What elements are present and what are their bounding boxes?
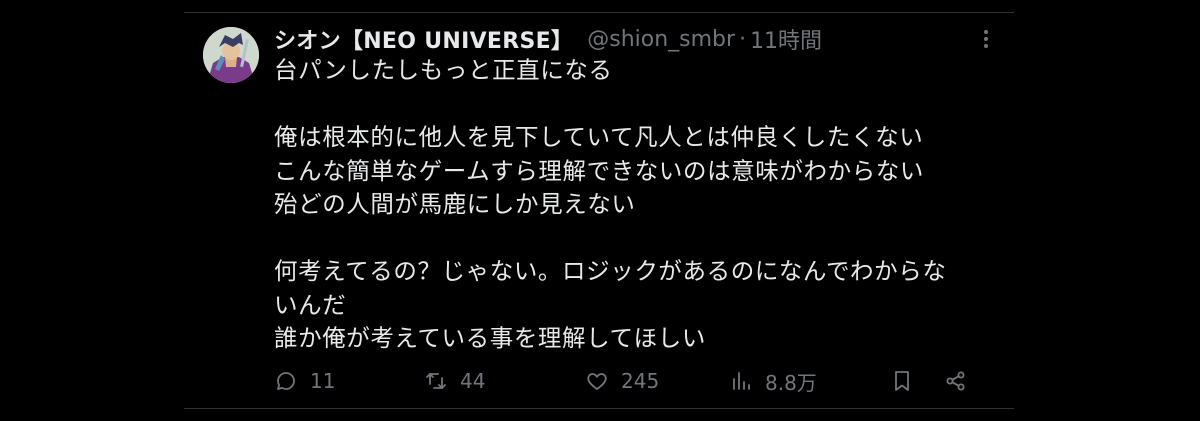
retweet-count: 44 xyxy=(460,369,486,393)
avatar-illustration xyxy=(203,27,259,83)
bookmark-button[interactable] xyxy=(890,365,914,397)
bookmark-icon xyxy=(895,371,909,391)
separator-dot: · xyxy=(739,26,747,52)
like-button[interactable]: 245 xyxy=(585,365,659,397)
reply-icon xyxy=(277,372,295,390)
text-line: 台パンしたしもっと正直になる xyxy=(274,56,613,84)
text-line: 俺は根本的に他人を見下していて凡人とは仲良くしたくない xyxy=(274,123,924,151)
tweet-timestamp[interactable]: 11時間 xyxy=(750,23,822,55)
reply-button[interactable]: 11 xyxy=(274,365,335,397)
text-line: 殆どの人間が馬鹿にしか見えない xyxy=(274,190,636,218)
tweet-card[interactable]: シオン【NEO UNIVERSE】 @shion_smbr · 11時間 台パン… xyxy=(184,12,1014,409)
text-line: こんな簡単なゲームすら理解できないのは意味がわからない xyxy=(274,156,924,185)
text-line: いんだ xyxy=(274,290,347,319)
tweet-text: 台パンしたしもっと正直になる 俺は根本的に他人を見下していて凡人とは仲良くしたく… xyxy=(274,54,974,356)
text-line: 何考えてるの？じゃない。ロジックがあるのになんでわからな xyxy=(274,257,947,285)
retweet-button[interactable]: 44 xyxy=(424,365,485,397)
views-icon xyxy=(733,372,750,390)
text-line: 誰か俺が考えている事を理解してほしい xyxy=(274,324,706,352)
author-display-name[interactable]: シオン【NEO UNIVERSE】 xyxy=(274,23,573,55)
retweet-icon xyxy=(426,373,446,389)
heart-icon xyxy=(587,373,607,390)
like-count: 245 xyxy=(621,369,660,393)
reply-count: 11 xyxy=(310,369,336,393)
author-handle[interactable]: @shion_smbr xyxy=(587,27,735,52)
views-button[interactable]: 8.8万 xyxy=(729,365,817,397)
avatar[interactable] xyxy=(203,27,259,83)
action-bar: 11 44 245 8.8万 xyxy=(274,365,982,397)
more-icon[interactable] xyxy=(974,27,998,51)
tweet-header: シオン【NEO UNIVERSE】 @shion_smbr · 11時間 xyxy=(274,23,822,55)
share-button[interactable] xyxy=(944,365,968,397)
view-count: 8.8万 xyxy=(765,370,817,395)
share-icon xyxy=(946,371,965,391)
